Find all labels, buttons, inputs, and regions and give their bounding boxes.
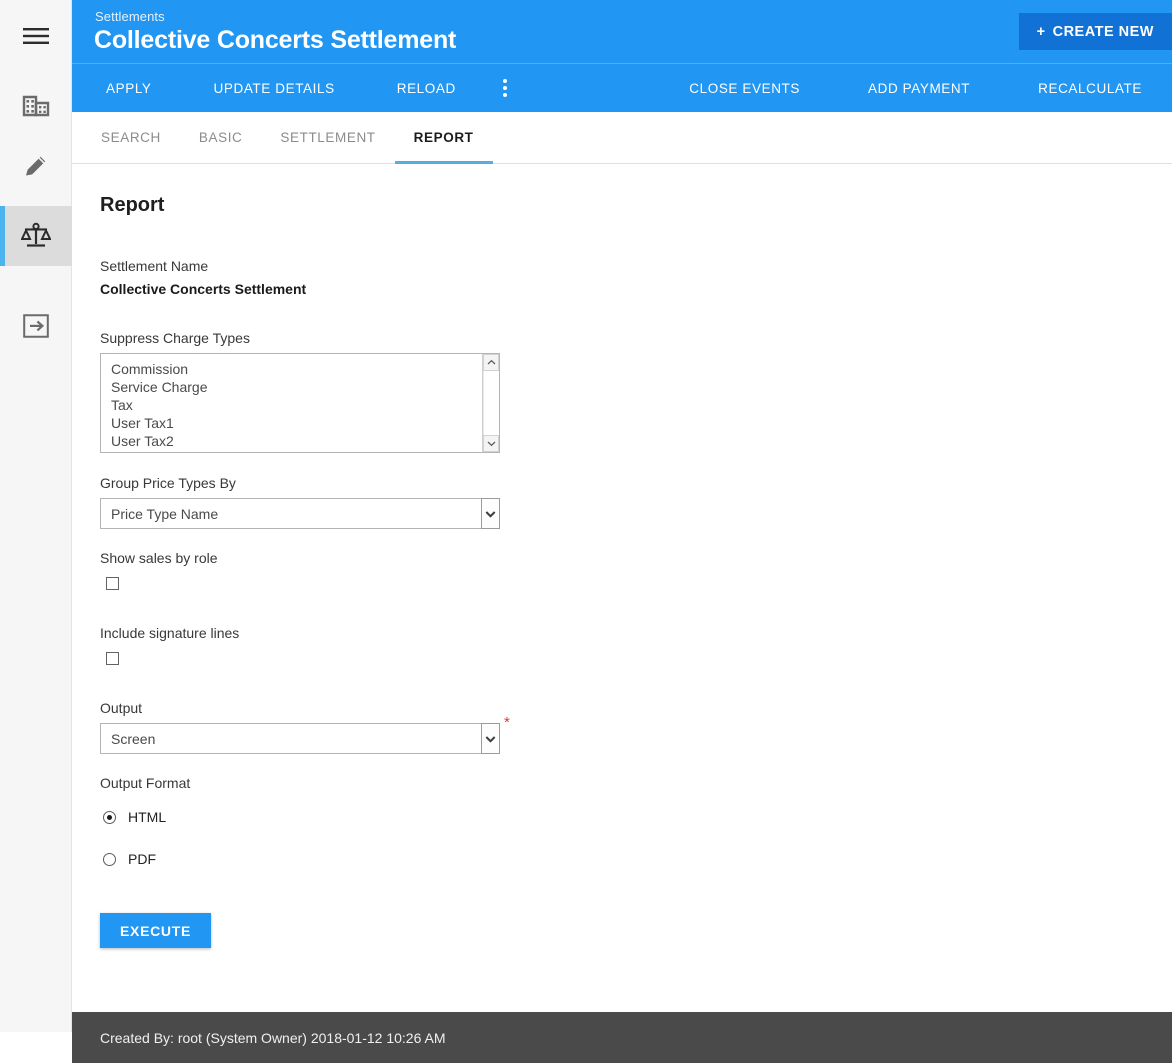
chevron-down-icon[interactable]	[483, 435, 499, 452]
field-output-format: Output Format HTML PDF	[100, 775, 1172, 867]
add-payment-button[interactable]: ADD PAYMENT	[848, 81, 990, 96]
sidebar-item-settlements[interactable]	[0, 206, 72, 266]
action-bar: APPLY UPDATE DETAILS RELOAD CLOSE EVENTS…	[72, 63, 1172, 112]
group-price-types-by-value[interactable]: Price Type Name	[100, 498, 481, 529]
kebab-dot	[502, 86, 507, 90]
pdf-radio[interactable]	[103, 852, 116, 866]
list-item[interactable]: Tax	[111, 396, 482, 414]
tab-basic[interactable]: BASIC	[180, 112, 262, 164]
tab-report[interactable]: REPORT	[394, 112, 493, 164]
field-output: Output Screen *	[100, 700, 1172, 754]
scales-icon	[21, 222, 51, 250]
sidebar	[0, 0, 72, 1032]
apply-button[interactable]: APPLY	[86, 81, 172, 96]
tab-bar: SEARCH BASIC SETTLEMENT REPORT	[72, 112, 1172, 164]
close-events-button[interactable]: CLOSE EVENTS	[669, 81, 820, 96]
hamburger-menu-icon	[23, 27, 49, 45]
output-format-label: Output Format	[100, 775, 191, 791]
field-group-price-types-by: Group Price Types By Price Type Name	[100, 475, 1172, 529]
html-radio-label: HTML	[128, 809, 167, 825]
main-column: Settlements Collective Concerts Settleme…	[72, 0, 1172, 1063]
settlement-name-label: Settlement Name	[100, 258, 209, 274]
suppress-charge-types-listbox[interactable]: Commission Service Charge Tax User Tax1 …	[100, 353, 500, 453]
kebab-dot	[502, 79, 507, 83]
action-bar-right: CLOSE EVENTS ADD PAYMENT RECALCULATE	[641, 81, 1172, 96]
field-suppress-charge-types: Suppress Charge Types Commission Service…	[100, 330, 1172, 453]
create-new-button[interactable]: + CREATE NEW	[1018, 13, 1172, 50]
chevron-down-icon[interactable]	[481, 498, 500, 529]
listbox-options: Commission Service Charge Tax User Tax1 …	[101, 354, 482, 452]
update-details-button[interactable]: UPDATE DETAILS	[194, 81, 355, 96]
pdf-radio-label: PDF	[128, 851, 156, 867]
field-show-sales-by-role: Show sales by role	[100, 550, 1172, 595]
sidebar-item-organizations[interactable]	[0, 76, 72, 136]
action-bar-left: APPLY UPDATE DETAILS RELOAD	[72, 73, 518, 103]
settlement-name-value: Collective Concerts Settlement	[100, 281, 307, 297]
list-item[interactable]: User Tax1	[111, 414, 482, 432]
created-by-text: Created By: root (System Owner) 2018-01-…	[100, 1029, 446, 1046]
pencil-icon	[23, 153, 49, 179]
kebab-menu-icon[interactable]	[492, 73, 518, 103]
page-title: Collective Concerts Settlement	[94, 26, 457, 54]
execute-button[interactable]: EXECUTE	[100, 913, 212, 948]
output-select[interactable]: Screen	[100, 723, 500, 754]
chevron-down-icon[interactable]	[481, 723, 500, 754]
footer: Created By: root (System Owner) 2018-01-…	[72, 1012, 1172, 1063]
radio-option-pdf[interactable]: PDF	[103, 851, 1172, 867]
output-value[interactable]: Screen	[100, 723, 481, 754]
kebab-dot	[502, 93, 507, 97]
create-new-label: CREATE NEW	[1052, 23, 1154, 40]
report-form: Report Settlement Name Collective Concer…	[72, 164, 1172, 1025]
include-signature-lines-label: Include signature lines	[100, 625, 240, 641]
html-radio[interactable]	[103, 810, 116, 824]
include-signature-lines-checkbox[interactable]	[106, 652, 119, 665]
tab-search[interactable]: SEARCH	[82, 112, 180, 164]
recalculate-button[interactable]: RECALCULATE	[1018, 81, 1162, 96]
reload-button[interactable]: RELOAD	[377, 81, 476, 96]
breadcrumb[interactable]: Settlements	[95, 9, 165, 24]
suppress-charge-types-label: Suppress Charge Types	[100, 330, 250, 346]
app-header: Settlements Collective Concerts Settleme…	[72, 0, 1172, 63]
building-icon	[22, 93, 50, 119]
report-heading: Report	[100, 194, 165, 216]
scrollbar-track[interactable]	[483, 371, 499, 435]
group-price-types-by-label: Group Price Types By	[100, 475, 236, 491]
group-price-types-by-select[interactable]: Price Type Name	[100, 498, 500, 529]
field-settlement-name: Settlement Name Collective Concerts Sett…	[100, 258, 1172, 297]
field-include-signature-lines: Include signature lines	[100, 625, 1172, 670]
sidebar-item-menu-toggle[interactable]	[0, 6, 72, 66]
logout-arrow-icon	[23, 314, 49, 338]
show-sales-by-role-label: Show sales by role	[100, 550, 218, 566]
tab-settlement[interactable]: SETTLEMENT	[261, 112, 394, 164]
listbox-scrollbar[interactable]	[482, 354, 499, 452]
list-item[interactable]: Service Charge	[111, 378, 482, 396]
chevron-up-icon[interactable]	[483, 354, 499, 371]
sidebar-item-edit[interactable]	[0, 136, 72, 196]
show-sales-by-role-checkbox[interactable]	[106, 577, 119, 590]
list-item[interactable]: User Tax2	[111, 432, 482, 450]
plus-icon: +	[1036, 23, 1046, 40]
required-marker: *	[504, 714, 510, 731]
output-label: Output	[100, 700, 143, 716]
list-item[interactable]: Commission	[111, 360, 482, 378]
radio-option-html[interactable]: HTML	[103, 809, 1172, 825]
sidebar-item-logout[interactable]	[0, 296, 72, 356]
